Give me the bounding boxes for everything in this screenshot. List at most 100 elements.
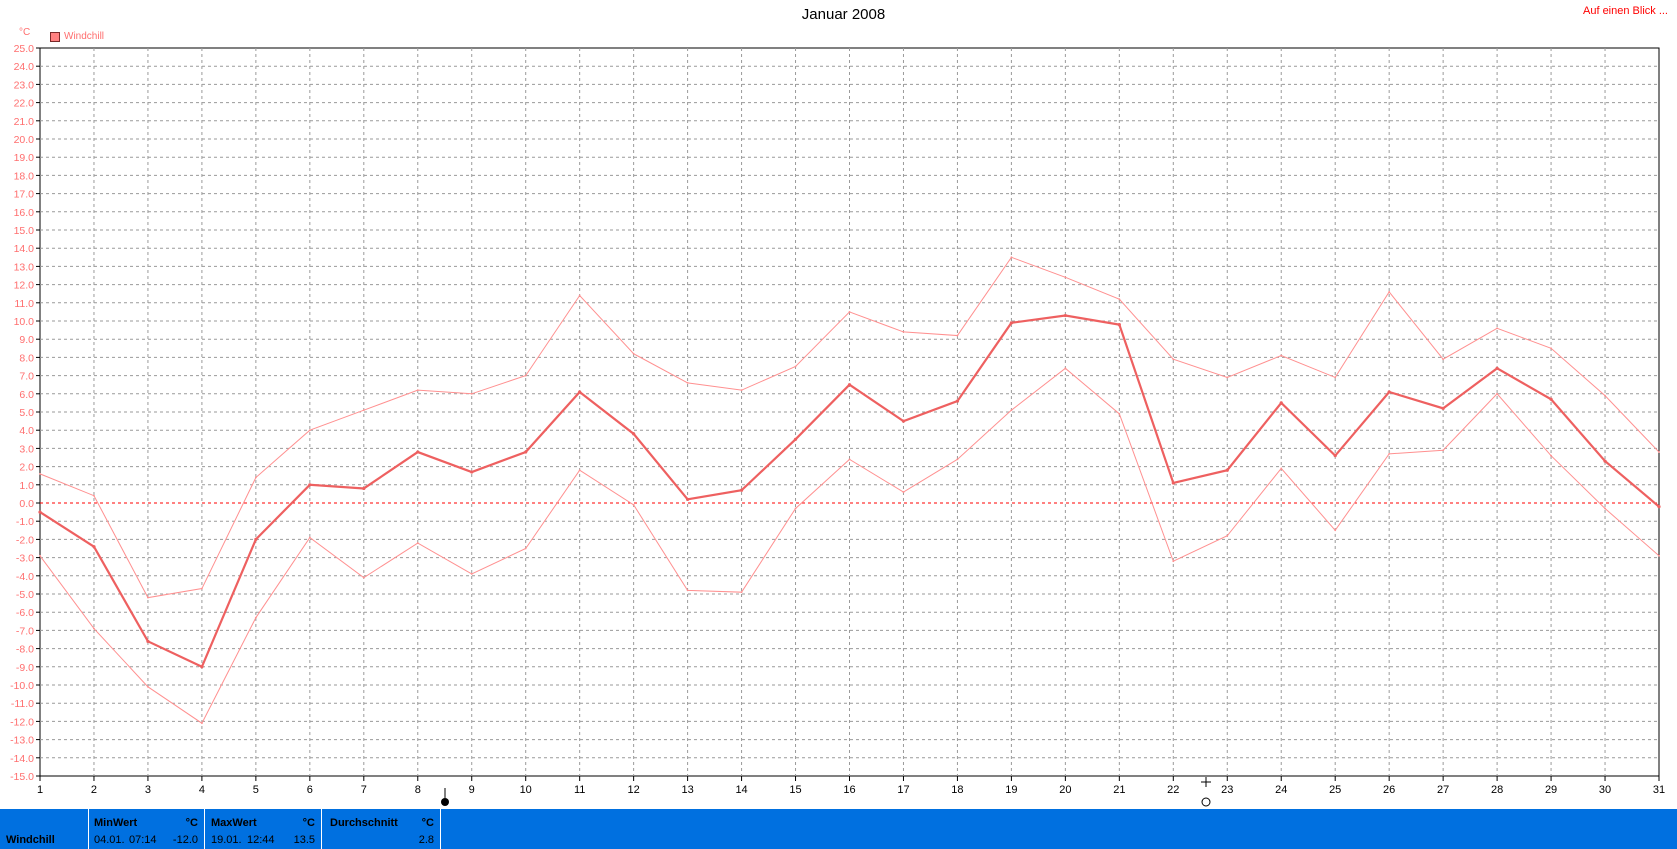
data-point-min	[201, 722, 203, 725]
data-point-mean	[1009, 321, 1014, 325]
data-point-mean	[1495, 366, 1499, 370]
data-point-max	[362, 409, 365, 412]
data-point-max	[1064, 276, 1067, 279]
range-end-marker[interactable]	[1198, 777, 1214, 808]
data-point-max	[1118, 298, 1121, 301]
data-point-max	[1226, 376, 1229, 379]
data-point-min	[416, 542, 419, 544]
stats-min-header: MinWert	[94, 817, 138, 829]
x-tick-label: 21	[1113, 784, 1125, 796]
data-point-mean	[1063, 313, 1067, 318]
data-point-max	[254, 476, 257, 479]
data-point-mean	[901, 419, 906, 423]
data-point-min	[794, 507, 797, 510]
data-point-min	[1172, 560, 1175, 563]
data-point-mean	[1441, 406, 1445, 410]
stats-bar: Windchill MinWert °C 04.01. 07:14 -12.0 …	[0, 809, 1677, 849]
y-tick-label: -12.0	[10, 716, 34, 728]
data-point-mean	[1549, 397, 1553, 401]
data-point-max	[632, 352, 635, 355]
data-point-max	[308, 429, 311, 432]
data-point-max	[39, 472, 41, 475]
y-tick-label: 3.0	[19, 443, 34, 455]
y-tick-label: 0.0	[19, 498, 34, 510]
data-point-max	[524, 374, 527, 377]
x-tick-label: 3	[145, 784, 151, 796]
y-tick-label: -8.0	[16, 644, 34, 656]
y-tick-label: 25.0	[14, 43, 35, 55]
data-point-min	[1064, 367, 1067, 370]
data-point-min	[848, 458, 851, 461]
data-point-max	[1280, 354, 1283, 357]
data-point-min	[1604, 507, 1606, 510]
y-tick-label: -11.0	[11, 698, 34, 710]
data-point-mean	[793, 437, 798, 441]
data-point-mean	[1279, 401, 1283, 405]
data-point-min	[1118, 412, 1121, 415]
x-tick-label: 4	[199, 784, 205, 796]
y-tick-label: -13.0	[10, 735, 34, 747]
data-point-min	[1334, 529, 1337, 532]
y-tick-label: 8.0	[19, 352, 34, 364]
x-tick-label: 18	[951, 784, 963, 796]
stats-row-label: Windchill	[6, 834, 55, 846]
data-point-max	[1442, 358, 1445, 361]
data-point-min	[93, 627, 95, 630]
data-point-mean	[1657, 505, 1661, 509]
y-tick-label: 16.0	[14, 207, 35, 219]
data-point-min	[1658, 554, 1660, 557]
x-tick-label: 27	[1437, 784, 1449, 796]
data-point-mean	[416, 450, 420, 454]
stats-min-date: 04.01.	[94, 834, 125, 846]
y-tick-label: 11.0	[14, 298, 34, 310]
data-point-mean	[1117, 323, 1121, 327]
y-tick-label: 17.0	[14, 189, 35, 201]
data-point-min	[740, 591, 743, 594]
y-tick-label: 14.0	[14, 243, 35, 255]
data-point-max	[848, 311, 851, 313]
y-tick-label: -15.0	[10, 771, 34, 783]
data-point-mean	[1171, 481, 1175, 485]
data-point-mean	[739, 488, 744, 492]
y-tick-label: 12.0	[14, 280, 35, 292]
y-tick-label: 15.0	[14, 225, 35, 237]
y-tick-label: 7.0	[19, 371, 34, 383]
data-point-min	[1388, 452, 1391, 455]
y-tick-label: 24.0	[14, 61, 35, 73]
stats-max-date: 19.01.	[211, 834, 242, 846]
data-point-max	[1550, 347, 1552, 350]
data-point-mean	[632, 432, 636, 436]
data-point-min	[578, 469, 581, 472]
data-point-max	[1658, 451, 1660, 453]
x-tick-label: 12	[628, 784, 640, 796]
data-point-min	[1550, 454, 1552, 457]
data-point-min	[147, 685, 149, 688]
x-tick-label: 31	[1653, 784, 1665, 796]
stats-min-cell: MinWert °C 04.01. 07:14 -12.0	[89, 809, 205, 849]
data-point-mean	[1603, 459, 1607, 463]
range-start-marker[interactable]	[437, 788, 453, 808]
x-tick-label: 14	[735, 784, 747, 796]
data-point-max	[470, 392, 473, 395]
data-point-min	[524, 547, 527, 550]
data-point-max	[416, 389, 419, 392]
data-point-min	[39, 554, 41, 557]
y-tick-label: -5.0	[16, 589, 34, 601]
x-tick-label: 28	[1491, 784, 1503, 796]
stats-max-cell: MaxWert °C 19.01. 12:44 13.5	[205, 809, 322, 849]
y-tick-label: 6.0	[19, 389, 34, 401]
data-point-min	[1280, 467, 1283, 470]
y-tick-label: 22.0	[14, 98, 35, 110]
x-tick-label: 9	[469, 784, 475, 796]
data-point-max	[740, 389, 743, 392]
x-tick-label: 2	[91, 784, 97, 796]
y-tick-label: -14.0	[10, 753, 34, 765]
x-tick-label: 17	[897, 784, 909, 796]
data-point-min	[1442, 449, 1445, 452]
data-point-mean	[578, 390, 582, 394]
chart-area: -15.0 -14.0 -13.0 -12.0 -11.0 -10.0 -9.0 -8.0 -7…	[10, 43, 1665, 796]
y-tick-label: -10.0	[10, 680, 34, 692]
data-point-max	[201, 587, 203, 590]
data-point-min	[632, 503, 635, 506]
x-tick-label: 13	[681, 784, 693, 796]
